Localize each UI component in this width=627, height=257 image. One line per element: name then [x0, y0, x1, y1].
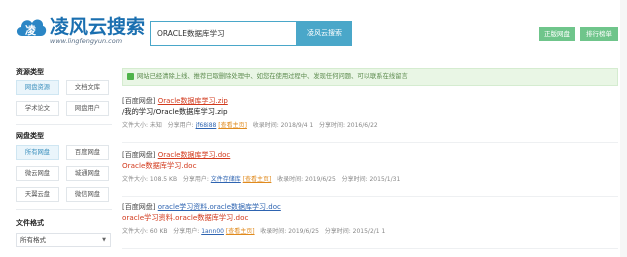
disk-type-title: 网盘类型	[16, 132, 44, 140]
file-size: 文件大小: 60 KB	[122, 228, 168, 235]
share-user-label: 分享用户:	[182, 176, 209, 183]
result-path-text: oracle学习资料.oracle数据库学习.doc	[122, 213, 249, 222]
collect-time: 收录时间: 2018/9/4 1	[252, 122, 314, 129]
resource-item-users[interactable]: 网盘用户	[66, 101, 109, 116]
result-meta: 文件大小: 108.5 KB 分享用户: 文件存储库 [查看主页] 收录时间: …	[122, 174, 400, 183]
logo-url: www.lingfengyun.com	[50, 37, 123, 45]
rank-list-button[interactable]: 排行榜单	[580, 27, 618, 41]
cloud-logo-icon: 凌	[16, 19, 47, 37]
share-user-link[interactable]: jf68i88	[196, 122, 217, 129]
view-home-link[interactable]: [查看主页]	[226, 228, 255, 235]
file-format-title: 文件格式	[16, 219, 44, 227]
result-path: /我的学习/Oracle数据库学习.zip	[122, 107, 228, 116]
result-link[interactable]: Oracle数据库学习.zip	[158, 97, 228, 105]
share-time: 分享时间: 2015/2/1 1	[324, 228, 386, 235]
site-logo[interactable]: 凌 凌风云搜索 www.lingfengyun.com	[14, 12, 154, 48]
search-button[interactable]: 凌风云搜索	[297, 21, 352, 46]
resource-item-disk[interactable]: 网盘资源	[16, 80, 59, 95]
result-source: [百度网盘]	[122, 151, 156, 159]
result-title: [百度网盘] Oracle数据库学习.doc	[122, 150, 230, 160]
view-home-link[interactable]: [查看主页]	[243, 176, 272, 183]
notice-text: 网站已经清除上线、推荐已取删除处理中、如您在使用过程中、发现任何问题、可以联系在…	[137, 73, 408, 80]
result-meta: 文件大小: 未知 分享用户: jf68i88 [查看主页] 收录时间: 2018…	[122, 120, 378, 129]
result-item: [百度网盘] Oracle数据库学习.zip /我的学习/Oracle数据库学习…	[122, 96, 618, 143]
share-user-label: 分享用户:	[167, 122, 194, 129]
resource-item-docs[interactable]: 文档文库	[66, 80, 109, 95]
disk-item-ctdisk[interactable]: 城通网盘	[66, 166, 109, 181]
share-time: 分享时间: 2015/1/31	[341, 176, 401, 183]
info-square-icon	[127, 73, 134, 80]
logo-name: 凌风云搜索	[50, 16, 146, 38]
sidebar-divider	[16, 124, 112, 125]
result-meta: 文件大小: 60 KB 分享用户: 1ann00 [查看主页] 收录时间: 20…	[122, 226, 385, 235]
svg-text:凌: 凌	[25, 23, 37, 37]
share-time: 分享时间: 2016/6/22	[319, 122, 378, 129]
notice-banner: 网站已经清除上线、推荐已取删除处理中、如您在使用过程中、发现任何问题、可以联系在…	[122, 68, 618, 86]
result-item: [百度网盘] oracle学习资料.oracle数据库学习.doc oracle…	[122, 202, 618, 249]
share-user-link[interactable]: 1ann00	[201, 228, 224, 235]
result-path: Oracle数据库学习.doc	[122, 161, 197, 171]
file-size: 文件大小: 108.5 KB	[122, 176, 178, 183]
disk-item-wechat[interactable]: 微信网盘	[66, 187, 109, 202]
format-select-value: 所有格式	[20, 236, 46, 244]
view-home-link[interactable]: [查看主页]	[218, 122, 247, 129]
disk-item-baidu[interactable]: 百度网盘	[66, 145, 109, 160]
page-scrollbar[interactable]	[620, 0, 627, 257]
caret-down-icon: ▼	[102, 237, 106, 243]
result-source: [百度网盘]	[122, 203, 156, 211]
disk-item-weiyun[interactable]: 微云网盘	[16, 166, 59, 181]
sidebar-divider	[16, 209, 112, 210]
result-link[interactable]: oracle学习资料.oracle数据库学习.doc	[158, 203, 281, 211]
resource-type-title: 资源类型	[16, 68, 44, 76]
disk-item-tianyi[interactable]: 天翼云盘	[16, 187, 59, 202]
genuine-disk-button[interactable]: 正版网盘	[539, 27, 575, 41]
result-path: oracle学习资料.oracle数据库学习.doc	[122, 213, 248, 223]
share-user-link[interactable]: 文件存储库	[211, 176, 241, 183]
collect-time: 收录时间: 2019/6/25	[277, 176, 336, 183]
result-source: [百度网盘]	[122, 97, 156, 105]
result-item: [百度网盘] Oracle数据库学习.doc Oracle数据库学习.doc 文…	[122, 150, 618, 197]
collect-time: 收录时间: 2019/6/25	[260, 228, 319, 235]
result-path-text: Oracle数据库学习.doc	[122, 161, 197, 170]
file-size: 文件大小: 未知	[122, 122, 162, 129]
result-title: [百度网盘] oracle学习资料.oracle数据库学习.doc	[122, 202, 281, 212]
format-select[interactable]: 所有格式 ▼	[16, 233, 111, 247]
search-input[interactable]	[150, 21, 297, 46]
result-title: [百度网盘] Oracle数据库学习.zip	[122, 96, 228, 106]
share-user-label: 分享用户:	[173, 228, 200, 235]
result-link[interactable]: Oracle数据库学习.doc	[158, 151, 231, 159]
resource-item-papers[interactable]: 学术论文	[16, 101, 59, 116]
disk-item-all[interactable]: 所有网盘	[16, 145, 59, 160]
